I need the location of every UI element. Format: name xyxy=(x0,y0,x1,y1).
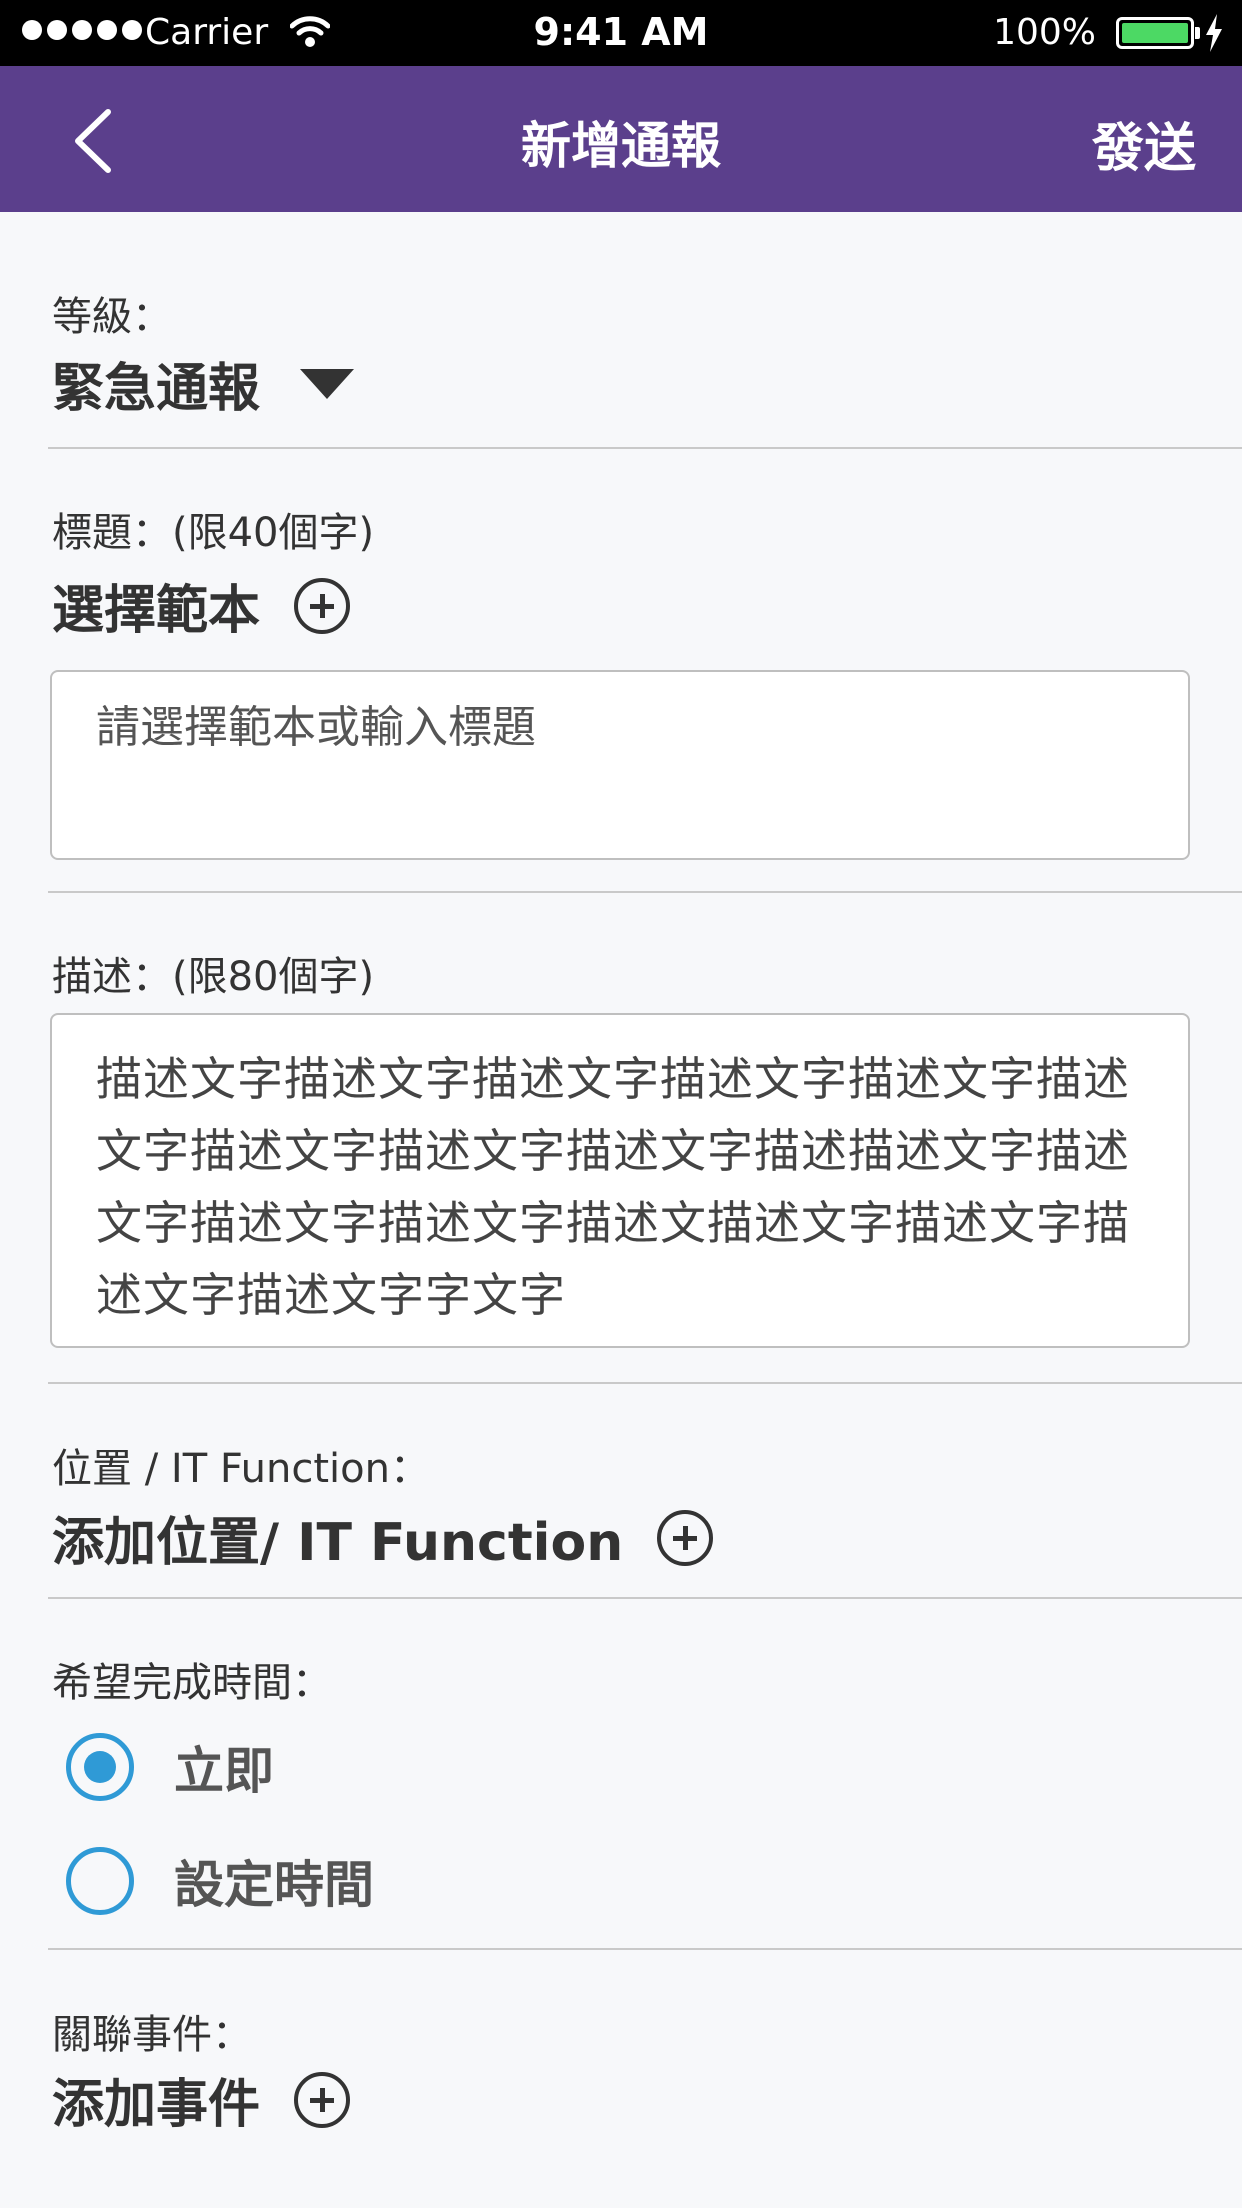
select-template-label: 選擇範本 xyxy=(52,581,261,641)
add-event-button[interactable]: 添加事件 xyxy=(52,2062,351,2137)
level-value: 緊急通報 xyxy=(52,359,261,419)
title-input[interactable] xyxy=(52,672,1188,783)
add-circle-icon[interactable] xyxy=(294,2071,351,2128)
page-title: 新增通報 xyxy=(521,117,721,175)
battery-tip xyxy=(1195,27,1200,39)
divider xyxy=(48,1597,1242,1599)
battery-percentage: 100% xyxy=(993,12,1096,53)
radio-unchecked-icon[interactable] xyxy=(66,1847,134,1915)
add-location-button[interactable]: 添加位置/ IT Function xyxy=(52,1500,714,1575)
battery-icon xyxy=(1116,17,1194,49)
description-label: 描述：(限80個字) xyxy=(52,954,375,1000)
navigation-bar: 新增通報 發送 xyxy=(0,66,1242,212)
add-location-label: 添加位置/ IT Function xyxy=(52,1513,624,1573)
description-input[interactable]: 描述文字描述文字描述文字描述文字描述文字描述文字描述文字描述文字描述文字描述描述… xyxy=(50,1013,1190,1348)
description-text: 描述文字描述文字描述文字描述文字描述文字描述文字描述文字描述文字描述文字描述描述… xyxy=(96,1052,1130,1322)
charging-bolt-icon xyxy=(1206,14,1222,52)
add-circle-icon[interactable] xyxy=(657,1509,714,1566)
level-label: 等級： xyxy=(52,294,172,340)
radio-option-set-time[interactable]: 設定時間 xyxy=(66,1845,374,1917)
radio-option-immediate[interactable]: 立即 xyxy=(66,1731,274,1803)
caret-down-icon xyxy=(300,368,355,399)
divider xyxy=(48,1948,1242,1950)
level-dropdown[interactable]: 緊急通報 xyxy=(52,346,355,421)
title-input-box xyxy=(50,670,1190,860)
add-event-label: 添加事件 xyxy=(52,2075,261,2135)
radio-checked-icon[interactable] xyxy=(66,1733,134,1801)
related-event-label: 關聯事件： xyxy=(52,2012,252,2058)
add-circle-icon[interactable] xyxy=(294,577,351,634)
title-label: 標題：(限40個字) xyxy=(52,510,375,556)
status-bar: Carrier 9:41 AM 100% xyxy=(0,0,1242,66)
divider xyxy=(48,1382,1242,1384)
send-button[interactable]: 發送 xyxy=(1092,106,1196,181)
select-template-button[interactable]: 選擇範本 xyxy=(52,568,351,643)
radio-label: 立即 xyxy=(174,1742,274,1800)
divider xyxy=(48,447,1242,449)
radio-label: 設定時間 xyxy=(174,1856,374,1914)
completion-time-label: 希望完成時間： xyxy=(52,1660,332,1706)
divider xyxy=(48,891,1242,893)
location-label: 位置 / IT Function： xyxy=(52,1446,430,1492)
